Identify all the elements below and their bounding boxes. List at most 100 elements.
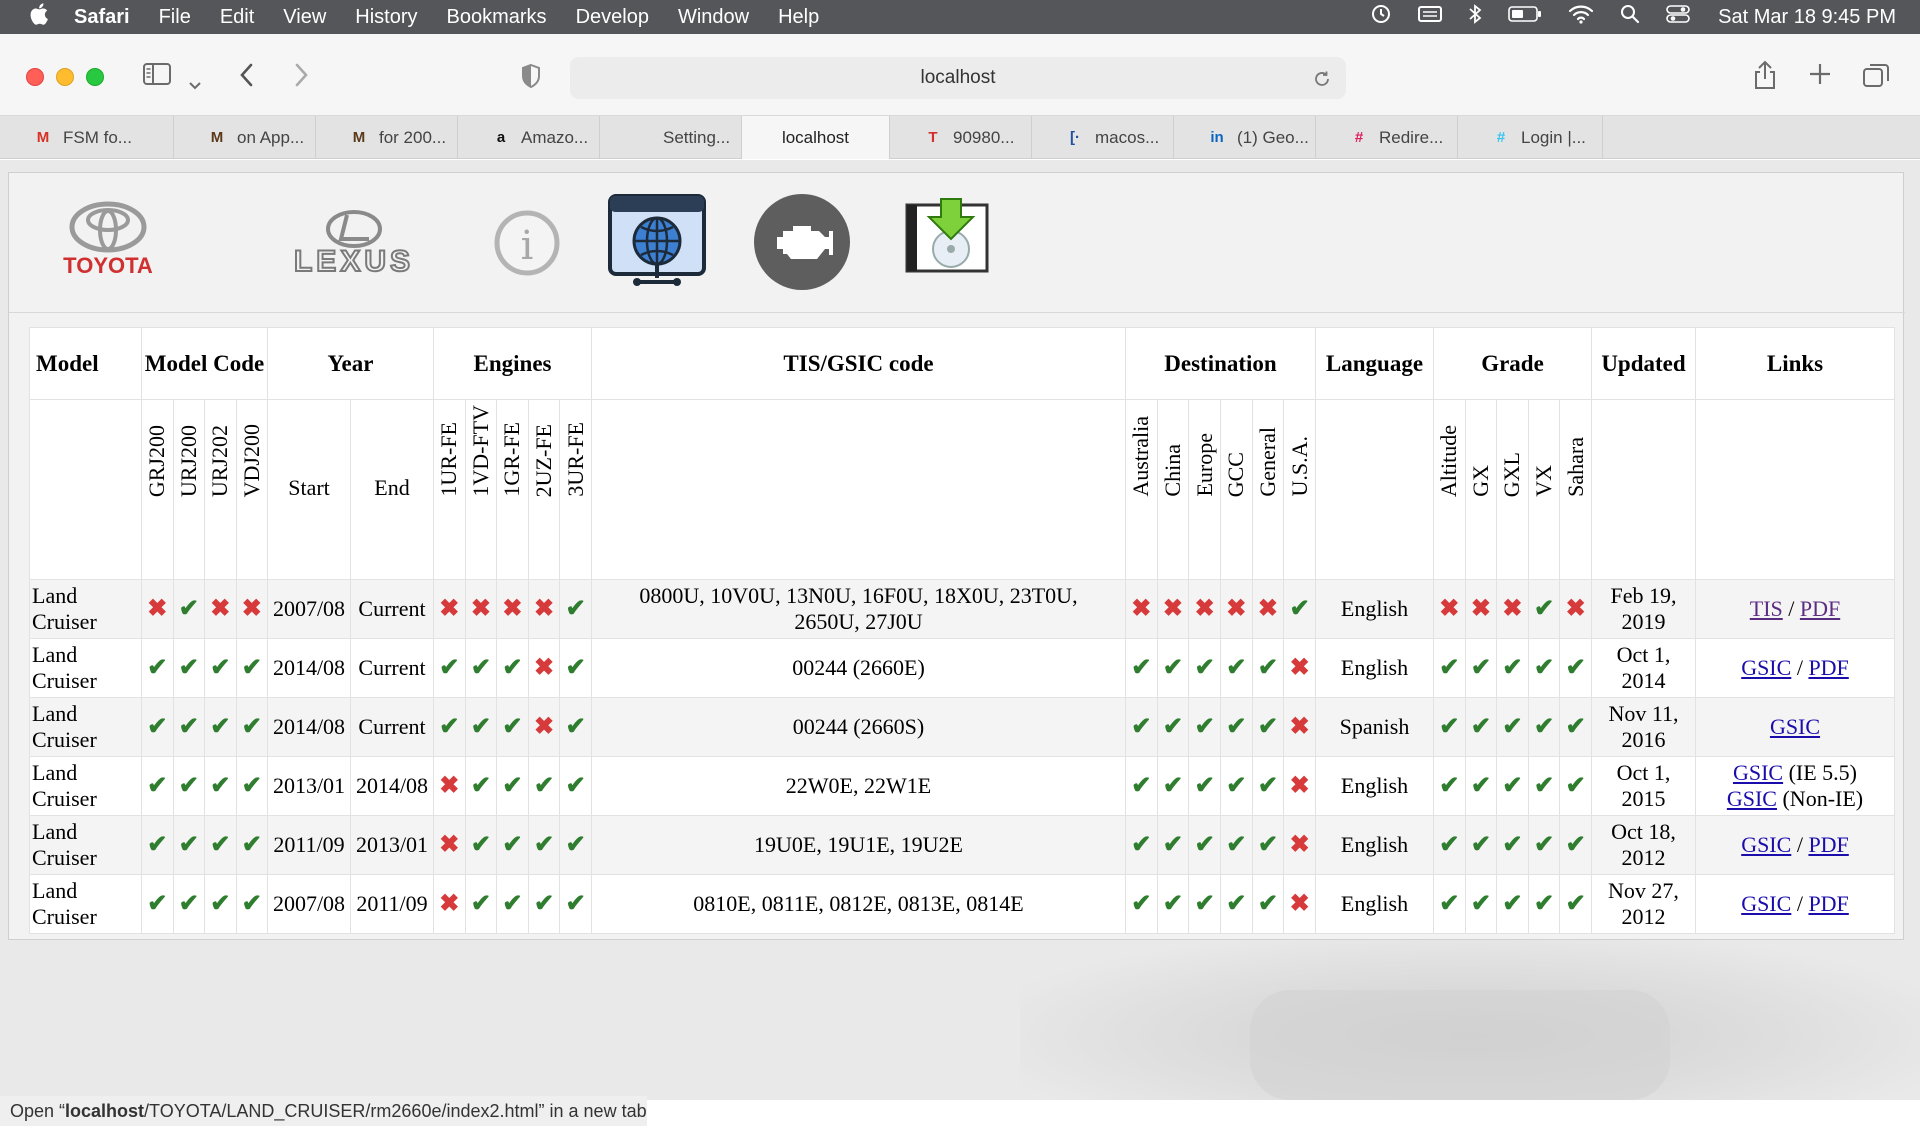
header-year: Year: [267, 327, 434, 400]
pdf-link[interactable]: PDF: [1808, 655, 1848, 680]
tab-7[interactable]: [· macos...: [1032, 116, 1174, 159]
cell-dest-5: ✖: [1283, 756, 1316, 816]
subheader-year-end-label: End: [374, 475, 410, 500]
gsic-link[interactable]: GSIC: [1770, 714, 1820, 739]
gsic-link[interactable]: GSIC: [1741, 832, 1791, 857]
svg-text:i: i: [521, 223, 534, 269]
tab-6[interactable]: T 90980...: [890, 116, 1032, 159]
menu-safari[interactable]: Safari: [74, 6, 130, 29]
reload-icon[interactable]: [1312, 57, 1332, 99]
cell-grade-2: ✔: [1496, 697, 1529, 757]
pdf-link[interactable]: PDF: [1800, 596, 1840, 621]
menu-window[interactable]: Window: [678, 6, 749, 29]
gsic-link[interactable]: GSIC: [1741, 655, 1791, 680]
tab-4[interactable]: Setting...: [600, 116, 742, 159]
cell-grade-0: ✔: [1433, 815, 1466, 875]
menu-view[interactable]: View: [283, 6, 326, 29]
tab-overview-icon[interactable]: [1862, 62, 1890, 93]
privacy-shield-icon[interactable]: [520, 63, 542, 94]
sidebar-toggle-icon[interactable]: [142, 62, 172, 91]
check-icon: ✔: [241, 891, 262, 917]
toyota-logo-link[interactable]: TOYOTA: [63, 197, 153, 278]
menu-edit[interactable]: Edit: [220, 6, 254, 29]
forward-button[interactable]: [292, 62, 310, 93]
check-icon: ✔: [1534, 596, 1555, 622]
info-icon[interactable]: i: [493, 209, 561, 277]
check-icon: ✔: [439, 714, 460, 740]
subheader-grade-gxl-label: GXL: [1499, 451, 1525, 497]
new-tab-icon[interactable]: [1808, 62, 1832, 91]
cell-tis-code: 0810E, 0811E, 0812E, 0813E, 0814E: [591, 874, 1126, 934]
link-separator: /: [1791, 832, 1809, 857]
subheader-model: [29, 399, 142, 580]
menu-bookmarks[interactable]: Bookmarks: [447, 6, 547, 29]
cell-dest-0: ✔: [1125, 815, 1158, 875]
check-icon: ✔: [1470, 832, 1491, 858]
zoom-window-button[interactable]: [86, 68, 104, 86]
cell-links: GSIC (IE 5.5) GSIC (Non-IE): [1695, 756, 1895, 816]
tis-link[interactable]: TIS: [1750, 596, 1783, 621]
subheader-engine-1vd-ftv: 1VD-FTV: [464, 399, 498, 580]
doc-icon: [·: [1070, 129, 1080, 146]
menu-history[interactable]: History: [355, 6, 417, 29]
subheader-language: [1315, 399, 1434, 580]
cell-code-1: ✔: [172, 697, 205, 757]
tab-9[interactable]: # Redire...: [1316, 116, 1458, 159]
header-engines: Engines: [433, 327, 592, 400]
time-machine-icon[interactable]: [1370, 3, 1392, 31]
cell-engine-2: ✔: [496, 756, 529, 816]
check-icon: ✔: [1131, 714, 1152, 740]
minimize-window-button[interactable]: [56, 68, 74, 86]
tab-5[interactable]: localhost: [742, 116, 890, 159]
engine-check-icon[interactable]: [753, 193, 851, 291]
wifi-icon[interactable]: [1568, 4, 1594, 30]
cross-icon: ✖: [1289, 655, 1310, 681]
bluetooth-icon[interactable]: [1468, 3, 1482, 31]
download-disc-icon[interactable]: [905, 195, 989, 273]
tab-0[interactable]: M FSM fo...: [0, 116, 174, 159]
link-separator: (IE 5.5): [1783, 760, 1858, 785]
share-icon[interactable]: [1752, 60, 1778, 95]
tab-2[interactable]: Mfor 200...: [316, 116, 458, 159]
cross-icon: ✖: [1257, 596, 1278, 622]
toyota-wordmark: TOYOTA: [63, 253, 153, 277]
cell-dest-5: ✖: [1283, 874, 1316, 934]
pdf-link[interactable]: PDF: [1808, 891, 1848, 916]
back-button[interactable]: [238, 62, 256, 93]
pdf-link[interactable]: PDF: [1808, 832, 1848, 857]
control-center-icon[interactable]: [1666, 4, 1690, 30]
menu-file[interactable]: File: [159, 6, 191, 29]
gsic-link[interactable]: GSIC: [1733, 760, 1783, 785]
address-bar[interactable]: localhost: [570, 57, 1346, 99]
lexus-logo-link[interactable]: LEXUS: [279, 205, 429, 279]
tab-label: 90980...: [953, 127, 1015, 147]
chevron-down-icon[interactable]: [188, 68, 202, 96]
check-icon: ✔: [1565, 773, 1586, 799]
tab-1[interactable]: Mon App...: [174, 116, 316, 159]
cell-dest-4: ✔: [1251, 815, 1285, 875]
gsic-link[interactable]: GSIC: [1741, 891, 1791, 916]
apple-menu-icon[interactable]: [22, 3, 56, 31]
battery-icon[interactable]: [1508, 5, 1542, 29]
close-window-button[interactable]: [26, 68, 44, 86]
menu-clock[interactable]: Sat Mar 18 9:45 PM: [1718, 6, 1896, 29]
gsic-link[interactable]: GSIC: [1727, 786, 1777, 811]
cell-grade-4: ✔: [1559, 815, 1592, 875]
cell-dest-3: ✔: [1219, 638, 1253, 698]
subheader-dest-gcc: GCC: [1219, 399, 1253, 580]
check-icon: ✔: [1131, 891, 1152, 917]
check-icon: ✔: [1470, 714, 1491, 740]
menu-develop[interactable]: Develop: [576, 6, 649, 29]
tab-8[interactable]: in (1) Geo...: [1174, 116, 1316, 159]
tab-3[interactable]: a Amazo...: [458, 116, 600, 159]
spotlight-search-icon[interactable]: [1620, 4, 1640, 30]
check-icon: ✔: [439, 655, 460, 681]
tab-10[interactable]: # Login |...: [1458, 116, 1603, 159]
cell-dest-0: ✔: [1125, 874, 1158, 934]
menu-help[interactable]: Help: [778, 6, 819, 29]
cross-icon: ✖: [1162, 596, 1184, 622]
web-globe-icon[interactable]: [607, 193, 707, 291]
cell-code-2: ✔: [204, 756, 237, 816]
keyboard-icon[interactable]: [1418, 4, 1443, 30]
check-icon: ✔: [1131, 655, 1152, 681]
